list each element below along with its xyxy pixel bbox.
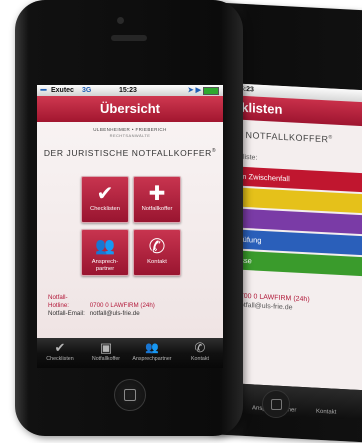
app-heading: DER JURISTISCHE NOTFALLKOFFER® [43, 148, 217, 158]
tab-checklisten[interactable]: ✔ Checklisten [37, 338, 83, 368]
back-tab-bar: en Ansprechpartner Kontakt [232, 383, 362, 422]
tile-label: Kontakt [147, 259, 167, 265]
main-content: ULBENHEIMER • FRIEBERICH RECHTSANWÄLTE D… [37, 122, 223, 338]
ansprechpartner-tile-button[interactable]: 👥 Ansprech- partner [81, 229, 129, 276]
email-value[interactable]: notfall@uls-frie.de [90, 310, 140, 317]
network-type: 3G [82, 87, 92, 94]
people-icon: 👥 [145, 342, 159, 354]
status-bar: ▪▪▪▪ Exutec 3G 15:23 ➤ ▶ [37, 85, 223, 96]
carrier-name: Exutec [51, 87, 74, 94]
phone-icon: ✆ [194, 340, 206, 355]
camera-icon [117, 17, 124, 24]
tile-label: Notfallkoffer [141, 206, 173, 212]
home-button[interactable] [114, 379, 146, 411]
tab-notfallkoffer[interactable]: ▣ Notfallkoffer [83, 338, 129, 368]
first-aid-kit-icon: ▣ [99, 340, 113, 355]
page-title: Übersicht [37, 96, 223, 122]
back-tab[interactable]: Kontakt [316, 409, 336, 416]
email-label: Notfall-Email: [48, 310, 85, 317]
tile-label: Checklisten [90, 206, 120, 212]
battery-icon [203, 87, 219, 95]
tab-ansprechpartner[interactable]: 👥 Ansprechpartner [129, 338, 175, 368]
tile-label: Ansprech- partner [91, 259, 119, 272]
first-aid-kit-icon: ✚ [148, 183, 166, 205]
notfallkoffer-tile-button[interactable]: ✚ Notfallkoffer [133, 176, 181, 223]
location-icon: ➤ ▶ [187, 87, 201, 94]
hotline-label: Notfall-Hotline: [48, 294, 69, 309]
speaker-grille [111, 35, 147, 41]
signal-icon: ▪▪▪▪ [40, 87, 47, 94]
emergency-info: Notfall-Hotline: 0700 0 LAWFIRM (24h) No… [48, 294, 155, 318]
firm-logo: ULBENHEIMER • FRIEBERICH RECHTSANWÄLTE [93, 127, 167, 138]
front-phone-screen: ▪▪▪▪ Exutec 3G 15:23 ➤ ▶ Übersicht ULBEN… [37, 85, 223, 368]
kontakt-tile-button[interactable]: ✆ Kontakt [133, 229, 181, 276]
tab-kontakt[interactable]: ✆ Kontakt [177, 338, 223, 368]
back-home-button [262, 390, 290, 418]
tab-bar: ✔ Checklisten ▣ Notfallkoffer 👥 Ansprech… [37, 338, 223, 368]
phone-icon: ✆ [148, 236, 166, 258]
people-icon: 👥 [95, 238, 115, 255]
checkmark-icon: ✔ [96, 183, 114, 205]
back-phone-screen: 15:23 cklisten E NOTFALLKOFFER® ckliste:… [232, 83, 362, 392]
hotline-value[interactable]: 0700 0 LAWFIRM (24h) [90, 302, 155, 309]
checklisten-tile-button[interactable]: ✔ Checklisten [81, 176, 129, 223]
back-emergency-info: 0700 0 LAWFIRM (24h) notfall@uls-frie.de [236, 292, 310, 312]
status-time: 15:23 [119, 87, 137, 94]
checkmark-icon: ✔ [54, 340, 66, 355]
home-square-icon [124, 389, 136, 401]
front-phone: ▪▪▪▪ Exutec 3G 15:23 ➤ ▶ Übersicht ULBEN… [15, 0, 243, 436]
back-checklist: em Zwischenfall› › g› prüfung› esse› [232, 166, 362, 278]
